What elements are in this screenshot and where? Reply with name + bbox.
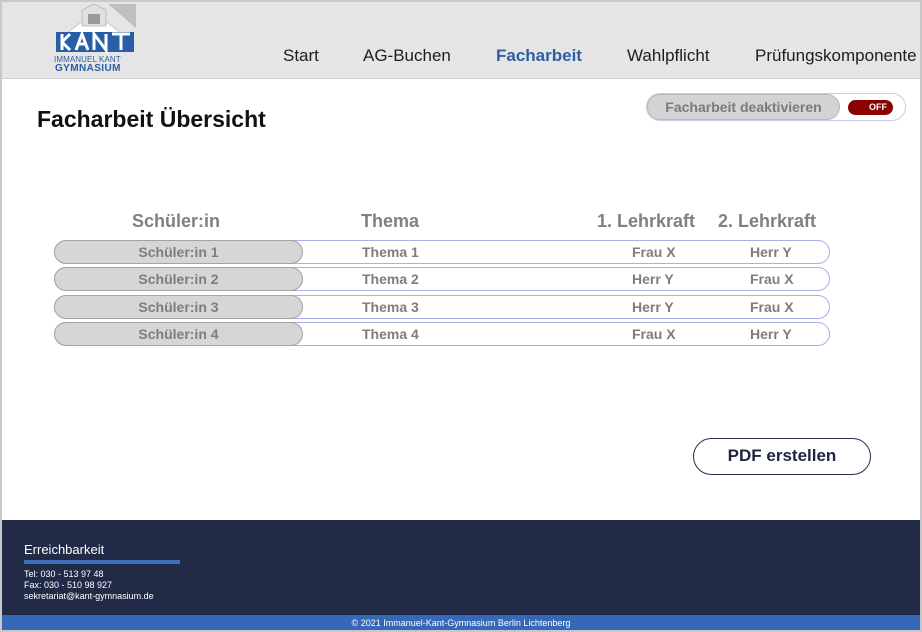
app-window: IMMANUEL KANT GYMNASIUM Start AG-Buchen … [0, 0, 922, 632]
toggle-switch[interactable]: OFF [848, 100, 893, 115]
table-row[interactable]: Schüler:in 3 Thema 3 Herr Y Frau X [54, 295, 830, 319]
logo-line2: GYMNASIUM [55, 63, 121, 74]
cell-teacher2: Herr Y [750, 326, 792, 342]
cell-student[interactable]: Schüler:in 3 [54, 295, 303, 319]
nav-start[interactable]: Start [283, 46, 319, 66]
table-row[interactable]: Schüler:in 1 Thema 1 Frau X Herr Y [54, 240, 830, 264]
header-teacher1: 1. Lehrkraft [597, 211, 696, 231]
header-teacher2: 2. Lehrkraft [718, 211, 817, 231]
toggle-label: Facharbeit deaktivieren [647, 94, 840, 120]
cell-student[interactable]: Schüler:in 4 [54, 322, 303, 346]
cell-teacher2: Frau X [750, 299, 794, 315]
table-row[interactable]: Schüler:in 2 Thema 2 Herr Y Frau X [54, 267, 830, 291]
site-header: IMMANUEL KANT GYMNASIUM Start AG-Buchen … [2, 2, 920, 79]
cell-topic: Thema 4 [362, 326, 419, 342]
footer-title: Erreichbarkeit [24, 542, 105, 557]
deactivate-toggle[interactable]: Facharbeit deaktivieren OFF [646, 93, 906, 121]
nav-ag-buchen[interactable]: AG-Buchen [363, 46, 451, 66]
footer-tel: Tel: 030 - 513 97 48 [24, 569, 104, 579]
header-student: Schüler:in [132, 211, 221, 231]
footer-email[interactable]: sekretariat@kant-gymnasium.de [24, 591, 154, 601]
nav-wahlpflicht[interactable]: Wahlpflicht [627, 46, 710, 66]
cell-topic: Thema 3 [362, 299, 419, 315]
create-pdf-button[interactable]: PDF erstellen [693, 438, 871, 475]
copyright-bar: © 2021 Immanuel-Kant-Gymnasium Berlin Li… [2, 615, 920, 630]
cell-teacher1: Herr Y [632, 299, 674, 315]
cell-topic: Thema 1 [362, 244, 419, 260]
cell-topic: Thema 2 [362, 271, 419, 287]
page-title: Facharbeit Übersicht [37, 106, 266, 132]
nav-facharbeit[interactable]: Facharbeit [496, 46, 582, 66]
cell-teacher1: Herr Y [632, 271, 674, 287]
cell-teacher2: Frau X [750, 271, 794, 287]
site-footer: Erreichbarkeit Tel: 030 - 513 97 48 Fax:… [2, 520, 920, 615]
cell-student[interactable]: Schüler:in 2 [54, 267, 303, 291]
cell-student[interactable]: Schüler:in 1 [54, 240, 303, 264]
header-topic: Thema [361, 211, 420, 231]
footer-divider [24, 560, 180, 564]
footer-fax: Fax: 030 - 510 98 927 [24, 580, 113, 590]
cell-teacher1: Frau X [632, 326, 676, 342]
cell-teacher2: Herr Y [750, 244, 792, 260]
table-row[interactable]: Schüler:in 4 Thema 4 Frau X Herr Y [54, 322, 830, 346]
cell-teacher1: Frau X [632, 244, 676, 260]
nav-pruefungskomponente[interactable]: Prüfungskomponente [755, 46, 917, 66]
